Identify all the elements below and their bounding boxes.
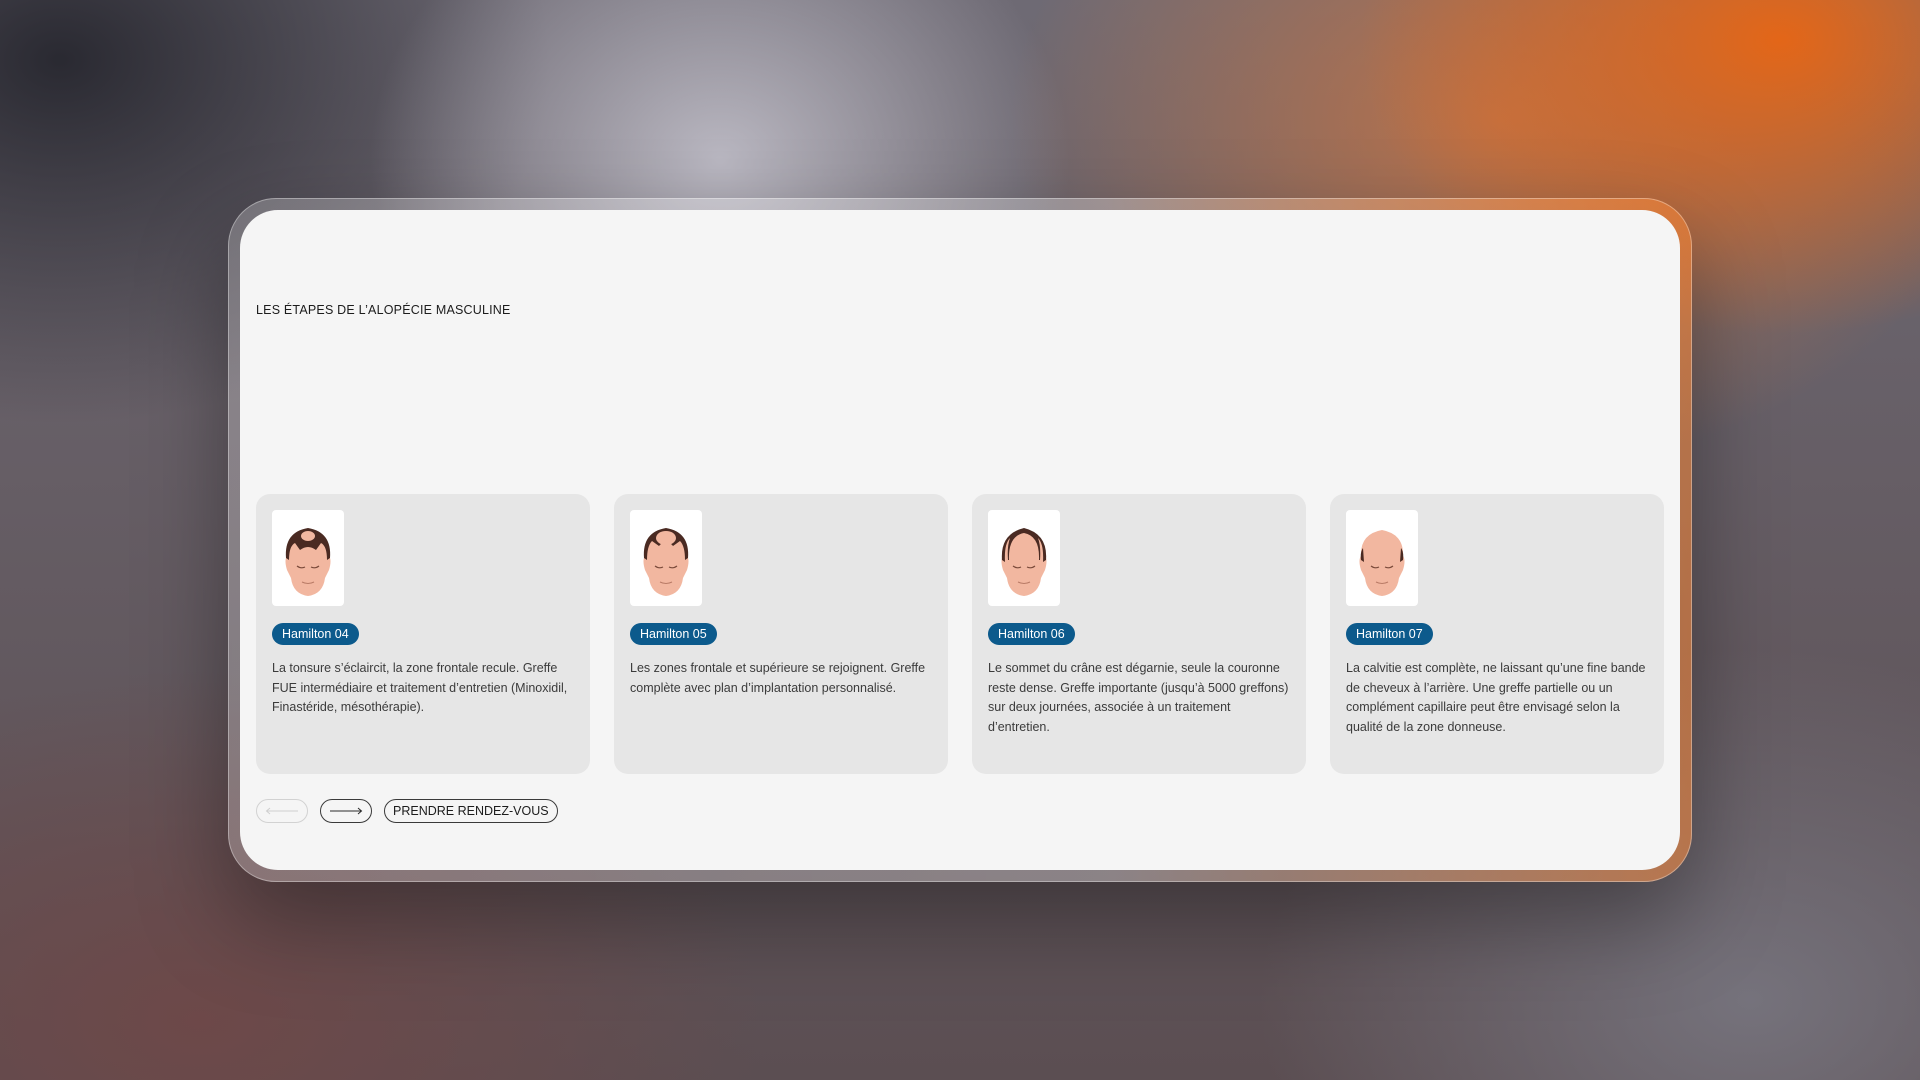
head-hamilton-6-icon xyxy=(1001,528,1047,596)
head-hamilton-5-icon xyxy=(643,528,689,596)
stage-description: Le sommet du crâne est dégarnie, seule l… xyxy=(988,661,1289,734)
arrow-right-icon xyxy=(330,807,363,815)
stage-description: La tonsure s’éclaircit, la zone frontale… xyxy=(272,661,568,714)
stage-badge: Hamilton 06 xyxy=(988,623,1075,645)
stage-thumbnail xyxy=(272,510,344,606)
stage-description: La calvitie est complète, ne laissant qu… xyxy=(1346,661,1646,734)
stage-card: Hamilton 07 La calvitie est complète, ne… xyxy=(1330,494,1664,774)
head-hamilton-4-icon xyxy=(285,528,331,596)
stage-thumbnail xyxy=(988,510,1060,606)
stage-thumbnail xyxy=(1346,510,1418,606)
book-appointment-button[interactable]: PRENDRE RENDEZ-VOUS xyxy=(384,799,558,823)
previous-button[interactable] xyxy=(256,799,308,823)
content-panel: LES ÉTAPES DE L’ALOPÉCIE MASCULINE Hamil… xyxy=(240,210,1680,870)
stage-description: Les zones frontale et supérieure se rejo… xyxy=(630,661,926,695)
head-hamilton-7-icon xyxy=(1359,530,1405,596)
stage-badge: Hamilton 04 xyxy=(272,623,359,645)
stage-card: Hamilton 05 Les zones frontale et supéri… xyxy=(614,494,948,774)
stage-badge: Hamilton 07 xyxy=(1346,623,1433,645)
stages-carousel: Hamilton 04 La tonsure s’éclaircit, la z… xyxy=(256,494,1664,774)
carousel-controls: PRENDRE RENDEZ-VOUS xyxy=(256,799,558,823)
stage-badge: Hamilton 05 xyxy=(630,623,717,645)
stage-card: Hamilton 06 Le sommet du crâne est dégar… xyxy=(972,494,1306,774)
next-button[interactable] xyxy=(320,799,372,823)
arrow-left-icon xyxy=(265,807,298,815)
section-title: LES ÉTAPES DE L’ALOPÉCIE MASCULINE xyxy=(256,303,511,317)
stage-thumbnail xyxy=(630,510,702,606)
stage-card: Hamilton 04 La tonsure s’éclaircit, la z… xyxy=(256,494,590,774)
